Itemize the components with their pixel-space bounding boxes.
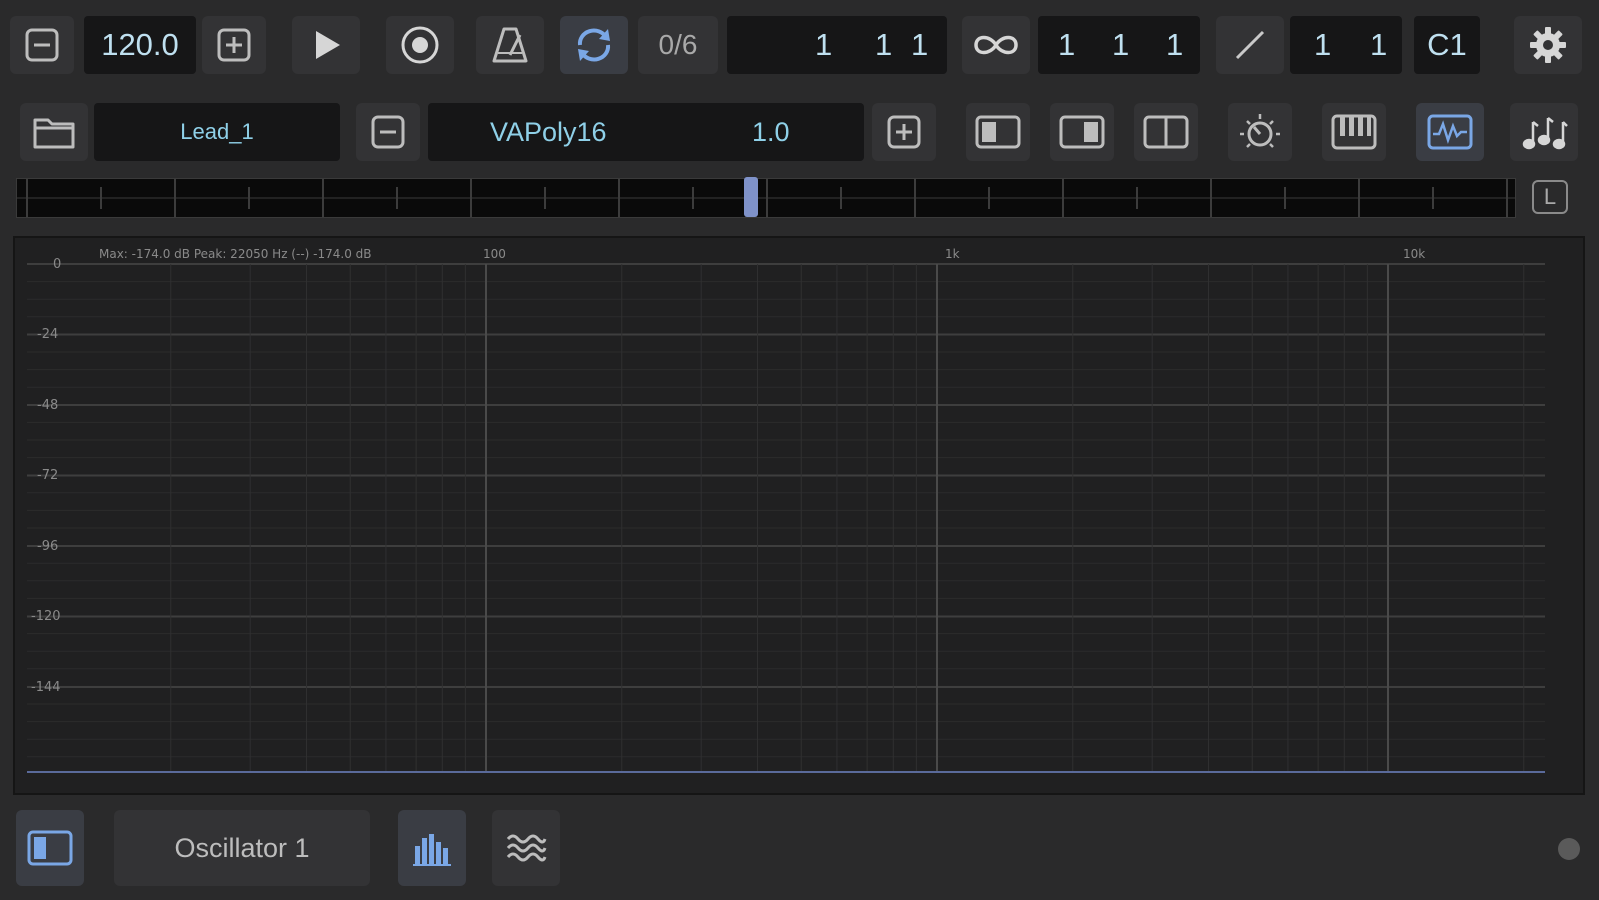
lock-button[interactable]: L (1528, 176, 1572, 218)
db-label-120: -120 (31, 609, 61, 624)
minus-box-icon (371, 115, 405, 149)
preset-name: Lead_1 (180, 119, 254, 144)
plus-box-icon (887, 115, 921, 149)
left-panel-icon (975, 115, 1021, 149)
synth-version: 1.0 (752, 116, 790, 147)
position-beat: 1 (875, 27, 893, 62)
key-value: C1 (1427, 27, 1467, 62)
split-view-icon (1143, 115, 1189, 149)
waveform-view-tab[interactable] (492, 810, 560, 886)
db-label-24: -24 (37, 327, 59, 342)
freq-label-10k: 10k (1403, 247, 1426, 261)
right-panel-icon (1059, 115, 1105, 149)
lock-label-box: L (1532, 180, 1568, 214)
module-name: Oscillator 1 (174, 832, 310, 863)
signature-display[interactable]: 1 1 (1290, 16, 1402, 74)
right-panel-toggle[interactable] (1050, 103, 1114, 161)
db-label-48: -48 (37, 398, 59, 413)
piano-keys-icon (1331, 114, 1377, 150)
status-indicator-dot (1558, 838, 1580, 860)
music-notes-icon (1522, 117, 1568, 150)
key-display[interactable]: C1 (1414, 16, 1480, 74)
db-label-72: -72 (37, 468, 59, 483)
tempo-decrease-button[interactable] (10, 16, 74, 74)
draw-tool-button[interactable] (1216, 16, 1284, 74)
gear-icon (1530, 27, 1566, 63)
meter-scale (17, 179, 1515, 217)
loop-length-bar: 1 (1058, 27, 1076, 62)
freq-label-1k: 1k (945, 247, 960, 261)
lock-label: L (1543, 184, 1557, 209)
waveform-display-icon (1427, 114, 1473, 150)
tempo-value: 120.0 (101, 27, 179, 62)
signature-denominator: 1 (1370, 27, 1388, 62)
preset-previous-button[interactable] (356, 103, 420, 161)
module-selector[interactable]: Oscillator 1 (114, 810, 370, 886)
keyboard-button[interactable] (1322, 103, 1386, 161)
metronome-icon (492, 27, 528, 63)
knob-icon (1240, 114, 1280, 148)
notes-button[interactable] (1510, 103, 1578, 161)
left-panel-icon (27, 830, 73, 866)
db-label-144: -144 (31, 680, 61, 695)
module-panel-toggle[interactable] (16, 810, 84, 886)
play-icon (316, 31, 340, 59)
freq-label-100: 100 (483, 247, 506, 261)
spectrum-analyzer[interactable]: Max: -174.0 dB Peak: 22050 Hz (--) -174.… (13, 236, 1585, 795)
meter-position-handle[interactable] (744, 177, 758, 217)
tempo-increase-button[interactable] (202, 16, 266, 74)
infinity-icon (974, 35, 1018, 55)
preset-name-field[interactable]: Lead_1 (94, 103, 340, 161)
spectrum-info-readout: Max: -174.0 dB Peak: 22050 Hz (--) -174.… (99, 247, 372, 261)
loop-icon (577, 28, 611, 62)
pencil-line-icon (1235, 30, 1265, 60)
metronome-button[interactable] (476, 16, 544, 74)
loop-length-beat: 1 (1112, 27, 1130, 62)
split-view-toggle[interactable] (1134, 103, 1198, 161)
position-bar: 1 (815, 27, 833, 62)
preset-next-button[interactable] (872, 103, 936, 161)
open-file-button[interactable] (20, 103, 88, 161)
waves-icon (506, 834, 547, 862)
position-display[interactable]: 1 1 1 (727, 16, 947, 74)
loop-button[interactable] (560, 16, 628, 74)
plus-box-icon (217, 28, 251, 62)
level-meter[interactable] (16, 177, 1516, 218)
synth-selector[interactable]: VAPoly16 1.0 (428, 103, 864, 161)
db-label-0: 0 (53, 257, 62, 272)
pattern-count-value: 0/6 (658, 29, 698, 60)
synth-name: VAPoly16 (490, 116, 607, 147)
loop-length-tick: 1 (1166, 27, 1184, 62)
left-panel-toggle[interactable] (966, 103, 1030, 161)
folder-icon (33, 118, 75, 149)
bar-chart-icon (413, 834, 451, 866)
db-label-96: -96 (37, 539, 59, 554)
mixer-fx-button[interactable] (1228, 103, 1292, 161)
spectrum-analyzer-button[interactable] (1416, 103, 1484, 161)
spectrum-view-tab[interactable] (398, 810, 466, 886)
infinite-loop-button[interactable] (962, 16, 1030, 74)
loop-length-display[interactable]: 1 1 1 (1038, 16, 1200, 74)
record-button[interactable] (386, 16, 454, 74)
settings-button[interactable] (1514, 16, 1582, 74)
spectrum-grid (27, 263, 1545, 773)
record-icon (401, 26, 439, 64)
minus-box-icon (25, 28, 59, 62)
position-tick: 1 (911, 27, 929, 62)
play-button[interactable] (292, 16, 360, 74)
pattern-counter[interactable]: 0/6 (638, 16, 718, 74)
signature-numerator: 1 (1314, 27, 1332, 62)
tempo-display[interactable]: 120.0 (84, 16, 196, 74)
